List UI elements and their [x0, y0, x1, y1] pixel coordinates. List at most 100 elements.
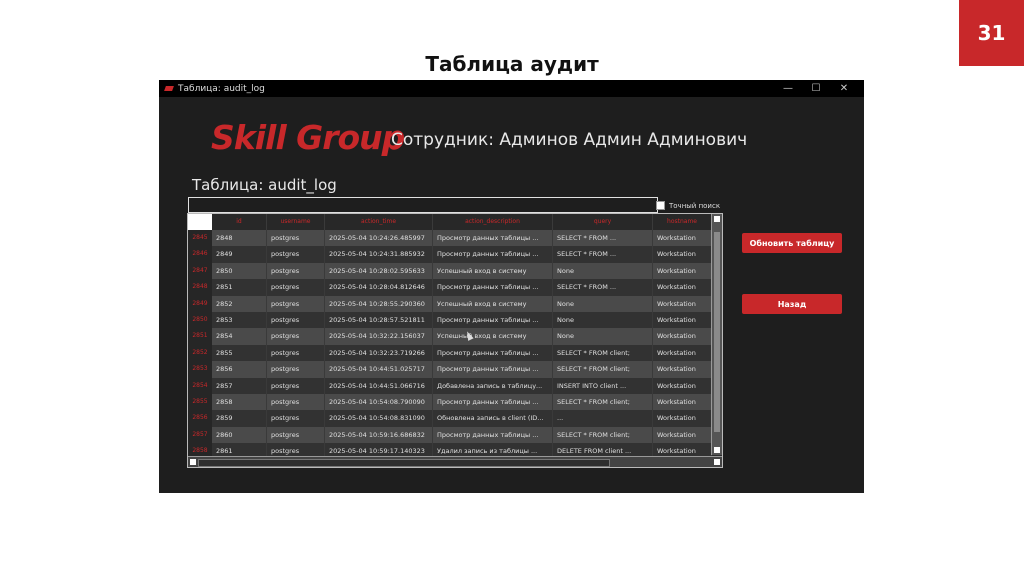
table-row[interactable]: 2853 2856 postgres 2025-05-04 10:44:51.0257… — [188, 361, 712, 378]
column-header[interactable]: action_description — [433, 214, 553, 230]
cell-query[interactable]: SELECT * FROM client; — [553, 361, 653, 378]
table-row[interactable]: 2849 2852 postgres 2025-05-04 10:28:55.2903… — [188, 295, 712, 312]
cell-action-time[interactable]: 2025-05-04 10:28:57.521811 — [325, 311, 433, 329]
cell-hostname[interactable]: Workstation — [653, 311, 712, 329]
cell-query[interactable]: INSERT INTO client ... — [553, 377, 653, 394]
cell-hostname[interactable]: Workstation — [653, 246, 712, 263]
row-header[interactable]: 2852 — [188, 344, 212, 362]
table-row[interactable]: 2850 2853 postgres 2025-05-04 10:28:57.5218… — [188, 311, 712, 329]
cell-id[interactable]: 2855 — [212, 344, 267, 362]
table-row[interactable]: 2854 2857 postgres 2025-05-04 10:44:51.0667… — [188, 377, 712, 394]
cell-id[interactable]: 2860 — [212, 426, 267, 444]
cell-action-time[interactable]: 2025-05-04 10:32:22.156037 — [325, 328, 433, 345]
search-input[interactable] — [188, 197, 658, 213]
cell-username[interactable]: postgres — [267, 377, 325, 394]
table-row[interactable]: 2846 2849 postgres 2025-05-04 10:24:31.8859… — [188, 246, 712, 263]
cell-hostname[interactable]: Workstation — [653, 361, 712, 378]
cell-action-description[interactable]: Успешный вход в систему — [433, 328, 553, 345]
cell-id[interactable]: 2850 — [212, 262, 267, 280]
row-header[interactable]: 2846 — [188, 246, 212, 263]
cell-action-time[interactable]: 2025-05-04 10:59:16.686832 — [325, 426, 433, 444]
cell-action-description[interactable]: Обновлена запись в client (ID... — [433, 410, 553, 427]
cell-username[interactable]: postgres — [267, 361, 325, 378]
cell-hostname[interactable]: Workstation — [653, 295, 712, 312]
cell-id[interactable]: 2852 — [212, 295, 267, 312]
cell-action-time[interactable]: 2025-05-04 10:44:51.025717 — [325, 361, 433, 378]
checkbox-square[interactable] — [656, 201, 665, 210]
horizontal-scroll-thumb[interactable] — [198, 459, 610, 467]
cell-id[interactable]: 2848 — [212, 230, 267, 247]
cell-hostname[interactable]: Workstation — [653, 279, 712, 296]
row-header[interactable]: 2855 — [188, 393, 212, 411]
scroll-down-arrow[interactable] — [714, 447, 720, 453]
cell-id[interactable]: 2851 — [212, 279, 267, 296]
cell-query[interactable]: None — [553, 311, 653, 329]
row-header[interactable]: 2849 — [188, 295, 212, 312]
column-header[interactable]: query — [553, 214, 653, 230]
back-button[interactable]: Назад — [742, 294, 842, 314]
cell-action-time[interactable]: 2025-05-04 10:24:26.485997 — [325, 230, 433, 247]
cell-action-description[interactable]: Успешный вход в систему — [433, 262, 553, 280]
cell-hostname[interactable]: Workstation — [653, 328, 712, 345]
audit-table[interactable]: id username action_time action_descripti… — [187, 213, 723, 468]
cell-action-time[interactable]: 2025-05-04 10:28:55.290360 — [325, 295, 433, 312]
cell-username[interactable]: postgres — [267, 246, 325, 263]
cell-query[interactable]: SELECT * FROM ... — [553, 230, 653, 247]
cell-id[interactable]: 2856 — [212, 361, 267, 378]
cell-query[interactable]: SELECT * FROM ... — [553, 279, 653, 296]
cell-action-time[interactable]: 2025-05-04 10:28:02.595633 — [325, 262, 433, 280]
cell-username[interactable]: postgres — [267, 279, 325, 296]
cell-hostname[interactable]: Workstation — [653, 410, 712, 427]
cell-id[interactable]: 2859 — [212, 410, 267, 427]
scroll-up-arrow[interactable] — [714, 216, 720, 222]
column-header[interactable]: id — [212, 214, 267, 230]
cell-query[interactable]: None — [553, 295, 653, 312]
row-header[interactable]: 2845 — [188, 230, 212, 247]
cell-username[interactable]: postgres — [267, 311, 325, 329]
table-row[interactable]: 2851 2854 postgres 2025-05-04 10:32:22.1560… — [188, 328, 712, 345]
table-row[interactable]: 2856 2859 postgres 2025-05-04 10:54:08.8310… — [188, 410, 712, 427]
cell-action-description[interactable]: Просмотр данных таблицы ... — [433, 279, 553, 296]
cell-username[interactable]: postgres — [267, 328, 325, 345]
cell-action-time[interactable]: 2025-05-04 10:54:08.831090 — [325, 410, 433, 427]
refresh-table-button[interactable]: Обновить таблицу — [742, 233, 842, 253]
table-row[interactable]: 2852 2855 postgres 2025-05-04 10:32:23.7192… — [188, 344, 712, 362]
row-header[interactable]: 2847 — [188, 262, 212, 280]
cell-query[interactable]: SELECT * FROM client; — [553, 426, 653, 444]
table-row[interactable]: 2845 2848 postgres 2025-05-04 10:24:26.4859… — [188, 230, 712, 247]
row-header[interactable]: 2854 — [188, 377, 212, 394]
cell-action-time[interactable]: 2025-05-04 10:28:04.812646 — [325, 279, 433, 296]
cell-id[interactable]: 2857 — [212, 377, 267, 394]
minimize-button[interactable]: — — [774, 80, 802, 97]
cell-action-time[interactable]: 2025-05-04 10:32:23.719266 — [325, 344, 433, 362]
row-header[interactable]: 2857 — [188, 426, 212, 444]
cell-username[interactable]: postgres — [267, 295, 325, 312]
cell-username[interactable]: postgres — [267, 393, 325, 411]
row-header[interactable]: 2848 — [188, 279, 212, 296]
exact-search-checkbox[interactable]: Точный поиск — [656, 201, 720, 210]
cell-id[interactable]: 2849 — [212, 246, 267, 263]
cell-query[interactable]: SELECT * FROM ... — [553, 246, 653, 263]
cell-query[interactable]: ... — [553, 410, 653, 427]
cell-query[interactable]: None — [553, 328, 653, 345]
table-row[interactable]: 2848 2851 postgres 2025-05-04 10:28:04.8126… — [188, 279, 712, 296]
cell-hostname[interactable]: Workstation — [653, 377, 712, 394]
cell-action-description[interactable]: Просмотр данных таблицы ... — [433, 230, 553, 247]
scroll-right-arrow[interactable] — [714, 459, 720, 465]
cell-action-description[interactable]: Просмотр данных таблицы ... — [433, 393, 553, 411]
cell-action-description[interactable]: Просмотр данных таблицы ... — [433, 311, 553, 329]
cell-id[interactable]: 2858 — [212, 393, 267, 411]
cell-query[interactable]: None — [553, 262, 653, 280]
vertical-scroll-thumb[interactable] — [714, 232, 720, 432]
cell-id[interactable]: 2853 — [212, 311, 267, 329]
cell-hostname[interactable]: Workstation — [653, 393, 712, 411]
table-row[interactable]: 2847 2850 postgres 2025-05-04 10:28:02.5956… — [188, 262, 712, 280]
cell-action-time[interactable]: 2025-05-04 10:44:51.066716 — [325, 377, 433, 394]
cell-hostname[interactable]: Workstation — [653, 230, 712, 247]
cell-username[interactable]: postgres — [267, 426, 325, 444]
horizontal-scrollbar[interactable] — [188, 456, 722, 467]
cell-username[interactable]: postgres — [267, 262, 325, 280]
cell-action-description[interactable]: Просмотр данных таблицы ... — [433, 344, 553, 362]
cell-action-description[interactable]: Просмотр данных таблицы ... — [433, 426, 553, 444]
cell-id[interactable]: 2854 — [212, 328, 267, 345]
